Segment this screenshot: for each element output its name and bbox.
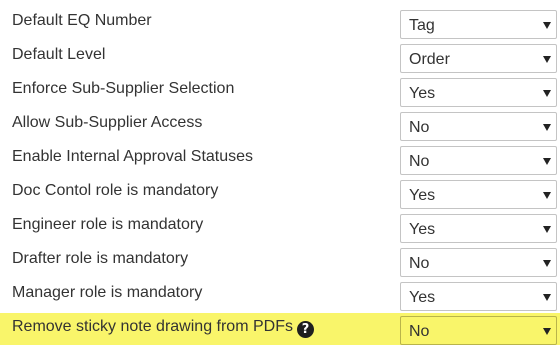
enforce-sub-supplier-selection-select[interactable]: Yes bbox=[400, 78, 557, 107]
select-value: No bbox=[409, 323, 430, 340]
doc-control-role-select[interactable]: Yes bbox=[400, 180, 557, 209]
setting-row-default-level: Default Level Order bbox=[0, 40, 560, 74]
chevron-down-icon bbox=[543, 226, 551, 233]
setting-label-with-help: Remove sticky note drawing from PDFs? bbox=[12, 316, 314, 338]
chevron-down-icon bbox=[543, 22, 551, 29]
select-value: No bbox=[409, 119, 430, 136]
manager-role-select[interactable]: Yes bbox=[400, 282, 557, 311]
setting-row-doc-control-role: Doc Contol role is mandatory Yes bbox=[0, 176, 560, 210]
chevron-down-icon bbox=[543, 294, 551, 301]
chevron-down-icon bbox=[543, 90, 551, 97]
chevron-down-icon bbox=[543, 124, 551, 131]
drafter-role-select[interactable]: No bbox=[400, 248, 557, 277]
select-value: Order bbox=[409, 51, 450, 68]
select-value: Yes bbox=[409, 221, 436, 238]
setting-label: Enforce Sub-Supplier Selection bbox=[12, 80, 235, 97]
settings-list: Default EQ Number Tag Default Level Orde… bbox=[0, 6, 560, 346]
setting-label: Default Level bbox=[12, 46, 106, 63]
setting-row-enable-internal-approval-statuses: Enable Internal Approval Statuses No bbox=[0, 142, 560, 176]
chevron-down-icon bbox=[543, 260, 551, 267]
setting-row-engineer-role: Engineer role is mandatory Yes bbox=[0, 210, 560, 244]
select-value: Yes bbox=[409, 289, 436, 306]
select-value: Yes bbox=[409, 85, 436, 102]
select-value: Yes bbox=[409, 187, 436, 204]
setting-row-enforce-sub-supplier-selection: Enforce Sub-Supplier Selection Yes bbox=[0, 74, 560, 108]
setting-label: Allow Sub-Supplier Access bbox=[12, 114, 203, 131]
chevron-down-icon bbox=[543, 56, 551, 63]
setting-row-drafter-role: Drafter role is mandatory No bbox=[0, 244, 560, 278]
setting-label: Doc Contol role is mandatory bbox=[12, 182, 219, 199]
allow-sub-supplier-access-select[interactable]: No bbox=[400, 112, 557, 141]
select-value: Tag bbox=[409, 17, 435, 34]
enable-internal-approval-statuses-select[interactable]: No bbox=[400, 146, 557, 175]
engineer-role-select[interactable]: Yes bbox=[400, 214, 557, 243]
chevron-down-icon bbox=[543, 192, 551, 199]
setting-label: Remove sticky note drawing from PDFs bbox=[12, 318, 293, 335]
setting-label: Engineer role is mandatory bbox=[12, 216, 204, 233]
default-level-select[interactable]: Order bbox=[400, 44, 557, 73]
setting-label: Drafter role is mandatory bbox=[12, 250, 189, 267]
select-value: No bbox=[409, 153, 430, 170]
setting-row-default-eq-number: Default EQ Number Tag bbox=[0, 6, 560, 40]
chevron-down-icon bbox=[543, 158, 551, 165]
select-value: No bbox=[409, 255, 430, 272]
default-eq-number-select[interactable]: Tag bbox=[400, 10, 557, 39]
setting-row-allow-sub-supplier-access: Allow Sub-Supplier Access No bbox=[0, 108, 560, 142]
question-circle-icon[interactable]: ? bbox=[296, 321, 314, 338]
setting-row-manager-role: Manager role is mandatory Yes bbox=[0, 278, 560, 312]
setting-label: Enable Internal Approval Statuses bbox=[12, 148, 254, 165]
setting-label: Manager role is mandatory bbox=[12, 284, 203, 301]
setting-label: Default EQ Number bbox=[12, 12, 152, 29]
chevron-down-icon bbox=[543, 328, 551, 335]
